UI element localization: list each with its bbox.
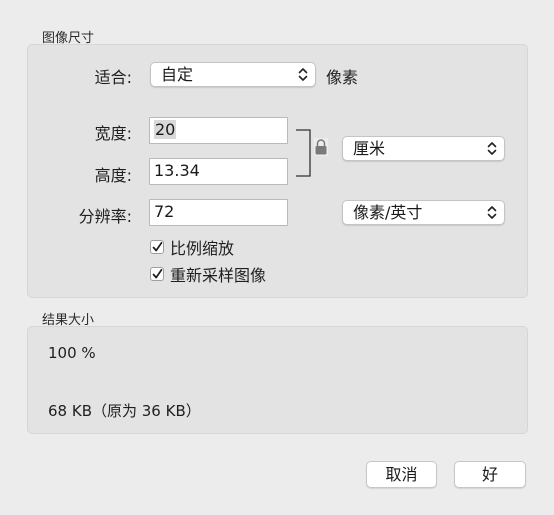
resolution-field[interactable]: 72: [149, 199, 288, 226]
checkmark-icon: [152, 241, 163, 252]
width-field[interactable]: 20: [149, 117, 288, 144]
resample-image-option[interactable]: 重新采样图像: [150, 264, 267, 285]
height-field-value: 13.34: [154, 161, 200, 180]
dimension-unit-popup[interactable]: 厘米: [342, 136, 505, 161]
ok-button[interactable]: 好: [454, 461, 526, 488]
chevron-updown-icon: [298, 68, 308, 81]
lock-icon[interactable]: [314, 138, 328, 156]
resolution-unit-popup[interactable]: 像素/英寸: [342, 200, 505, 225]
scale-proportionally-checkbox[interactable]: [150, 240, 164, 254]
width-field-value: 20: [154, 120, 177, 139]
fit-popup-value: 自定: [161, 65, 194, 84]
dimension-unit-value: 厘米: [353, 139, 386, 158]
chevron-updown-icon: [487, 142, 497, 155]
resample-image-checkbox[interactable]: [150, 267, 164, 281]
chevron-updown-icon: [487, 206, 497, 219]
scale-proportionally-option[interactable]: 比例缩放: [150, 237, 235, 258]
height-field[interactable]: 13.34: [149, 158, 288, 185]
height-label: 高度:: [94, 166, 132, 185]
scale-proportionally-label: 比例缩放: [170, 239, 235, 258]
checkmark-icon: [152, 268, 163, 279]
result-percent: 100 %: [48, 344, 96, 362]
result-file-size: 68 KB（原为 36 KB）: [48, 402, 201, 420]
resolution-label: 分辨率:: [78, 207, 132, 226]
resolution-field-value: 72: [154, 202, 175, 221]
cancel-button[interactable]: 取消: [366, 461, 437, 488]
resample-image-label: 重新采样图像: [170, 266, 267, 285]
fit-label: 适合:: [94, 68, 132, 87]
fit-popup[interactable]: 自定: [150, 62, 316, 87]
fit-unit-label: 像素: [326, 68, 359, 87]
resolution-unit-value: 像素/英寸: [353, 203, 423, 222]
width-label: 宽度:: [94, 124, 132, 143]
